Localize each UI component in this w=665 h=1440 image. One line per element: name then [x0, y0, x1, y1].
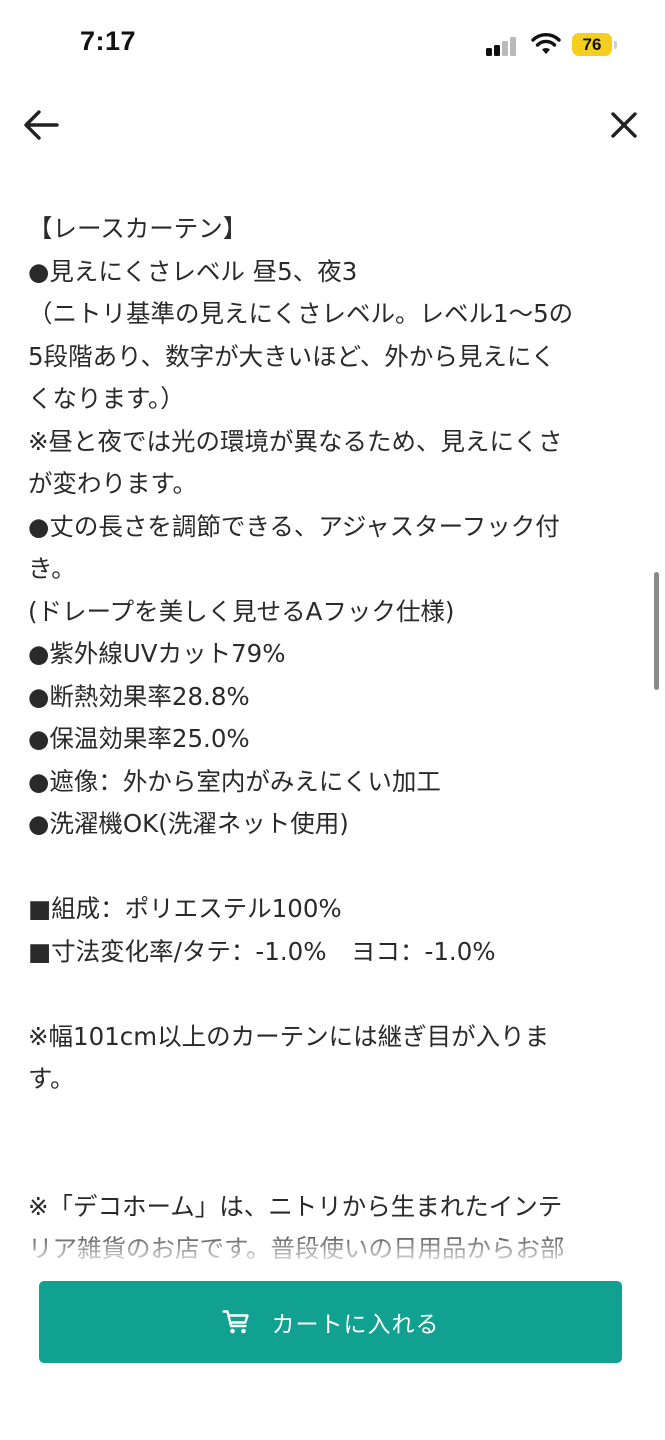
description-line: ●断熱効果率28.8% [28, 681, 250, 711]
status-time: 7:17 [80, 26, 137, 56]
description-line [28, 1101, 648, 1144]
description-line: ●洗濯機OK(洗濯ネット使用) [28, 809, 349, 838]
description-line: 5段階あり、数字が大きいほど、外から見えにく [28, 341, 556, 371]
close-icon [611, 112, 637, 138]
description-line: 【レースカーテン】 [28, 214, 248, 243]
description-line: ●保温効果率25.0% [28, 724, 250, 753]
description-line: くなります。） [28, 384, 185, 413]
add-to-cart-button[interactable]: カートに入れる [39, 1281, 622, 1363]
description-line: ●紫外線UVカット79% [28, 639, 286, 668]
description-line: が変わります。 [28, 469, 198, 498]
description-line: す。 [28, 1064, 75, 1093]
add-to-cart-label: カートに入れる [271, 1312, 440, 1338]
wifi-icon [531, 32, 561, 56]
description-line: ※「デコホーム」は、ニトリから生まれたインテ [28, 1191, 563, 1221]
description-line [28, 1143, 648, 1186]
description-line: ※昼と夜では光の環境が異なるため、見えにくさ [28, 426, 563, 456]
battery-icon: 76 [572, 33, 617, 57]
description-line: (ドレープを美しく見せるAフック仕様) [28, 596, 455, 626]
cart-icon [221, 1309, 250, 1335]
arrow-left-icon [24, 110, 59, 140]
description-line: （ニトリ基準の見えにくさレベル。レベル1～5の [28, 299, 574, 328]
close-button[interactable] [601, 102, 647, 148]
back-button[interactable] [18, 102, 64, 148]
product-description: 【レースカーテン】 ●見えにくさレベル 昼5、夜3 （ニトリ基準の見えにくさレベル。… [28, 208, 648, 1260]
description-line: き。 [28, 554, 76, 583]
description-line [28, 846, 648, 889]
description-line: ●見えにくさレベル 昼5、夜3 [28, 256, 358, 286]
description-line [28, 973, 648, 1016]
battery-level: 76 [572, 33, 612, 56]
scrollbar[interactable] [654, 572, 659, 690]
nav-bar [0, 90, 665, 160]
status-bar: 7:17 76 [0, 0, 665, 90]
description-line: ■寸法変化率/タテ：-1.0% ヨコ：-1.0% [28, 936, 496, 966]
description-line: ※幅101cm以上のカーテンには継ぎ目が入りま [28, 1021, 550, 1051]
cellular-signal-icon [486, 34, 520, 56]
description-line: ■組成：ポリエステル100% [28, 894, 342, 923]
description-line: ●遮像：外から室内がみえにくい加工 [28, 766, 441, 796]
description-line: ●丈の長さを調節できる、アジャスターフック付 [28, 511, 560, 541]
